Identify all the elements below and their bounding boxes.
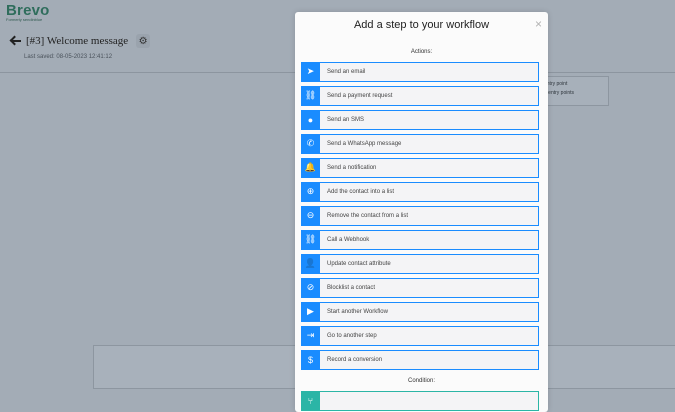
last-saved-text: Last saved: 08-05-2023 12:41:12 xyxy=(24,54,113,60)
step-option[interactable]: 👤 Update contact attribute xyxy=(301,253,539,274)
link-icon: ⛓ xyxy=(301,229,320,250)
step-option-label: Record a conversion xyxy=(327,357,383,363)
paper-plane-icon: ➤ xyxy=(301,61,320,82)
step-option-label: Blocklist a contact xyxy=(327,285,376,291)
step-option[interactable]: ● Send an SMS xyxy=(301,109,539,130)
step-option-label: Send an SMS xyxy=(327,117,365,123)
step-option[interactable]: ✆ Send a WhatsApp message xyxy=(301,133,539,154)
bell-icon: 🔔 xyxy=(301,157,320,178)
step-option-label: Remove the contact from a list xyxy=(327,213,409,219)
plus-circle-icon: ⊕ xyxy=(301,181,320,202)
brevo-logo[interactable]: Brevo Formerly sendinblue xyxy=(6,2,50,22)
step-option[interactable]: ⊕ Add the contact into a list xyxy=(301,181,539,202)
step-option-label: Send a payment request xyxy=(327,93,393,99)
condition-section-label: Condition: xyxy=(407,378,436,384)
step-option-label: Start another Workflow xyxy=(327,309,388,315)
step-option-label: Send a notification xyxy=(327,165,377,171)
add-step-modal: Add a step to your workflow × Actions: ➤… xyxy=(295,12,548,412)
step-option[interactable]: ⇥ Go to another step xyxy=(301,325,539,346)
user-edit-icon: 👤 xyxy=(301,253,320,274)
step-option[interactable]: ➤ Send an email xyxy=(301,61,539,82)
step-option[interactable]: ▶ Start another Workflow xyxy=(301,301,539,322)
step-option-label: Send a WhatsApp message xyxy=(327,141,402,147)
step-option[interactable]: ⊘ Blocklist a contact xyxy=(301,277,539,298)
step-option[interactable]: ⛓ Call a Webhook xyxy=(301,229,539,250)
workflow-settings-button[interactable]: ⚙ xyxy=(136,34,151,48)
step-option[interactable]: ⑂ xyxy=(301,390,539,411)
gear-icon: ⚙ xyxy=(138,35,148,47)
step-option[interactable]: ⊖ Remove the contact from a list xyxy=(301,205,539,226)
step-option-label: Go to another step xyxy=(327,333,377,339)
dollar-circle-icon: $ xyxy=(301,349,320,370)
sign-in-icon: ⇥ xyxy=(301,325,320,346)
step-option[interactable]: $ Record a conversion xyxy=(301,349,539,370)
chat-bubble-icon: ● xyxy=(301,109,320,130)
actions-section-label: Actions: xyxy=(410,49,433,55)
step-option-label: Call a Webhook xyxy=(327,237,370,243)
condition-icon: ⑂ xyxy=(301,390,320,411)
step-option[interactable]: 🔔 Send a notification xyxy=(301,157,539,178)
step-option[interactable]: ⛓ Send a payment request xyxy=(301,85,539,106)
workflow-header: [#3] Welcome message ⚙ xyxy=(10,34,151,48)
whatsapp-icon: ✆ xyxy=(301,133,320,154)
modal-title: Add a step to your workflow xyxy=(353,19,490,31)
step-option-label: Send an email xyxy=(327,69,366,75)
link-icon: ⛓ xyxy=(301,85,320,106)
entry-point-line2: e entry points xyxy=(544,90,575,96)
minus-circle-icon: ⊖ xyxy=(301,205,320,226)
play-icon: ▶ xyxy=(301,301,320,322)
step-option-label: Add the contact into a list xyxy=(327,189,395,195)
ban-icon: ⊘ xyxy=(301,277,320,298)
back-arrow-icon[interactable] xyxy=(10,35,22,47)
workflow-title: [#3] Welcome message xyxy=(26,35,129,47)
step-option-label: Update contact attribute xyxy=(327,261,391,267)
close-icon[interactable]: × xyxy=(535,17,542,31)
